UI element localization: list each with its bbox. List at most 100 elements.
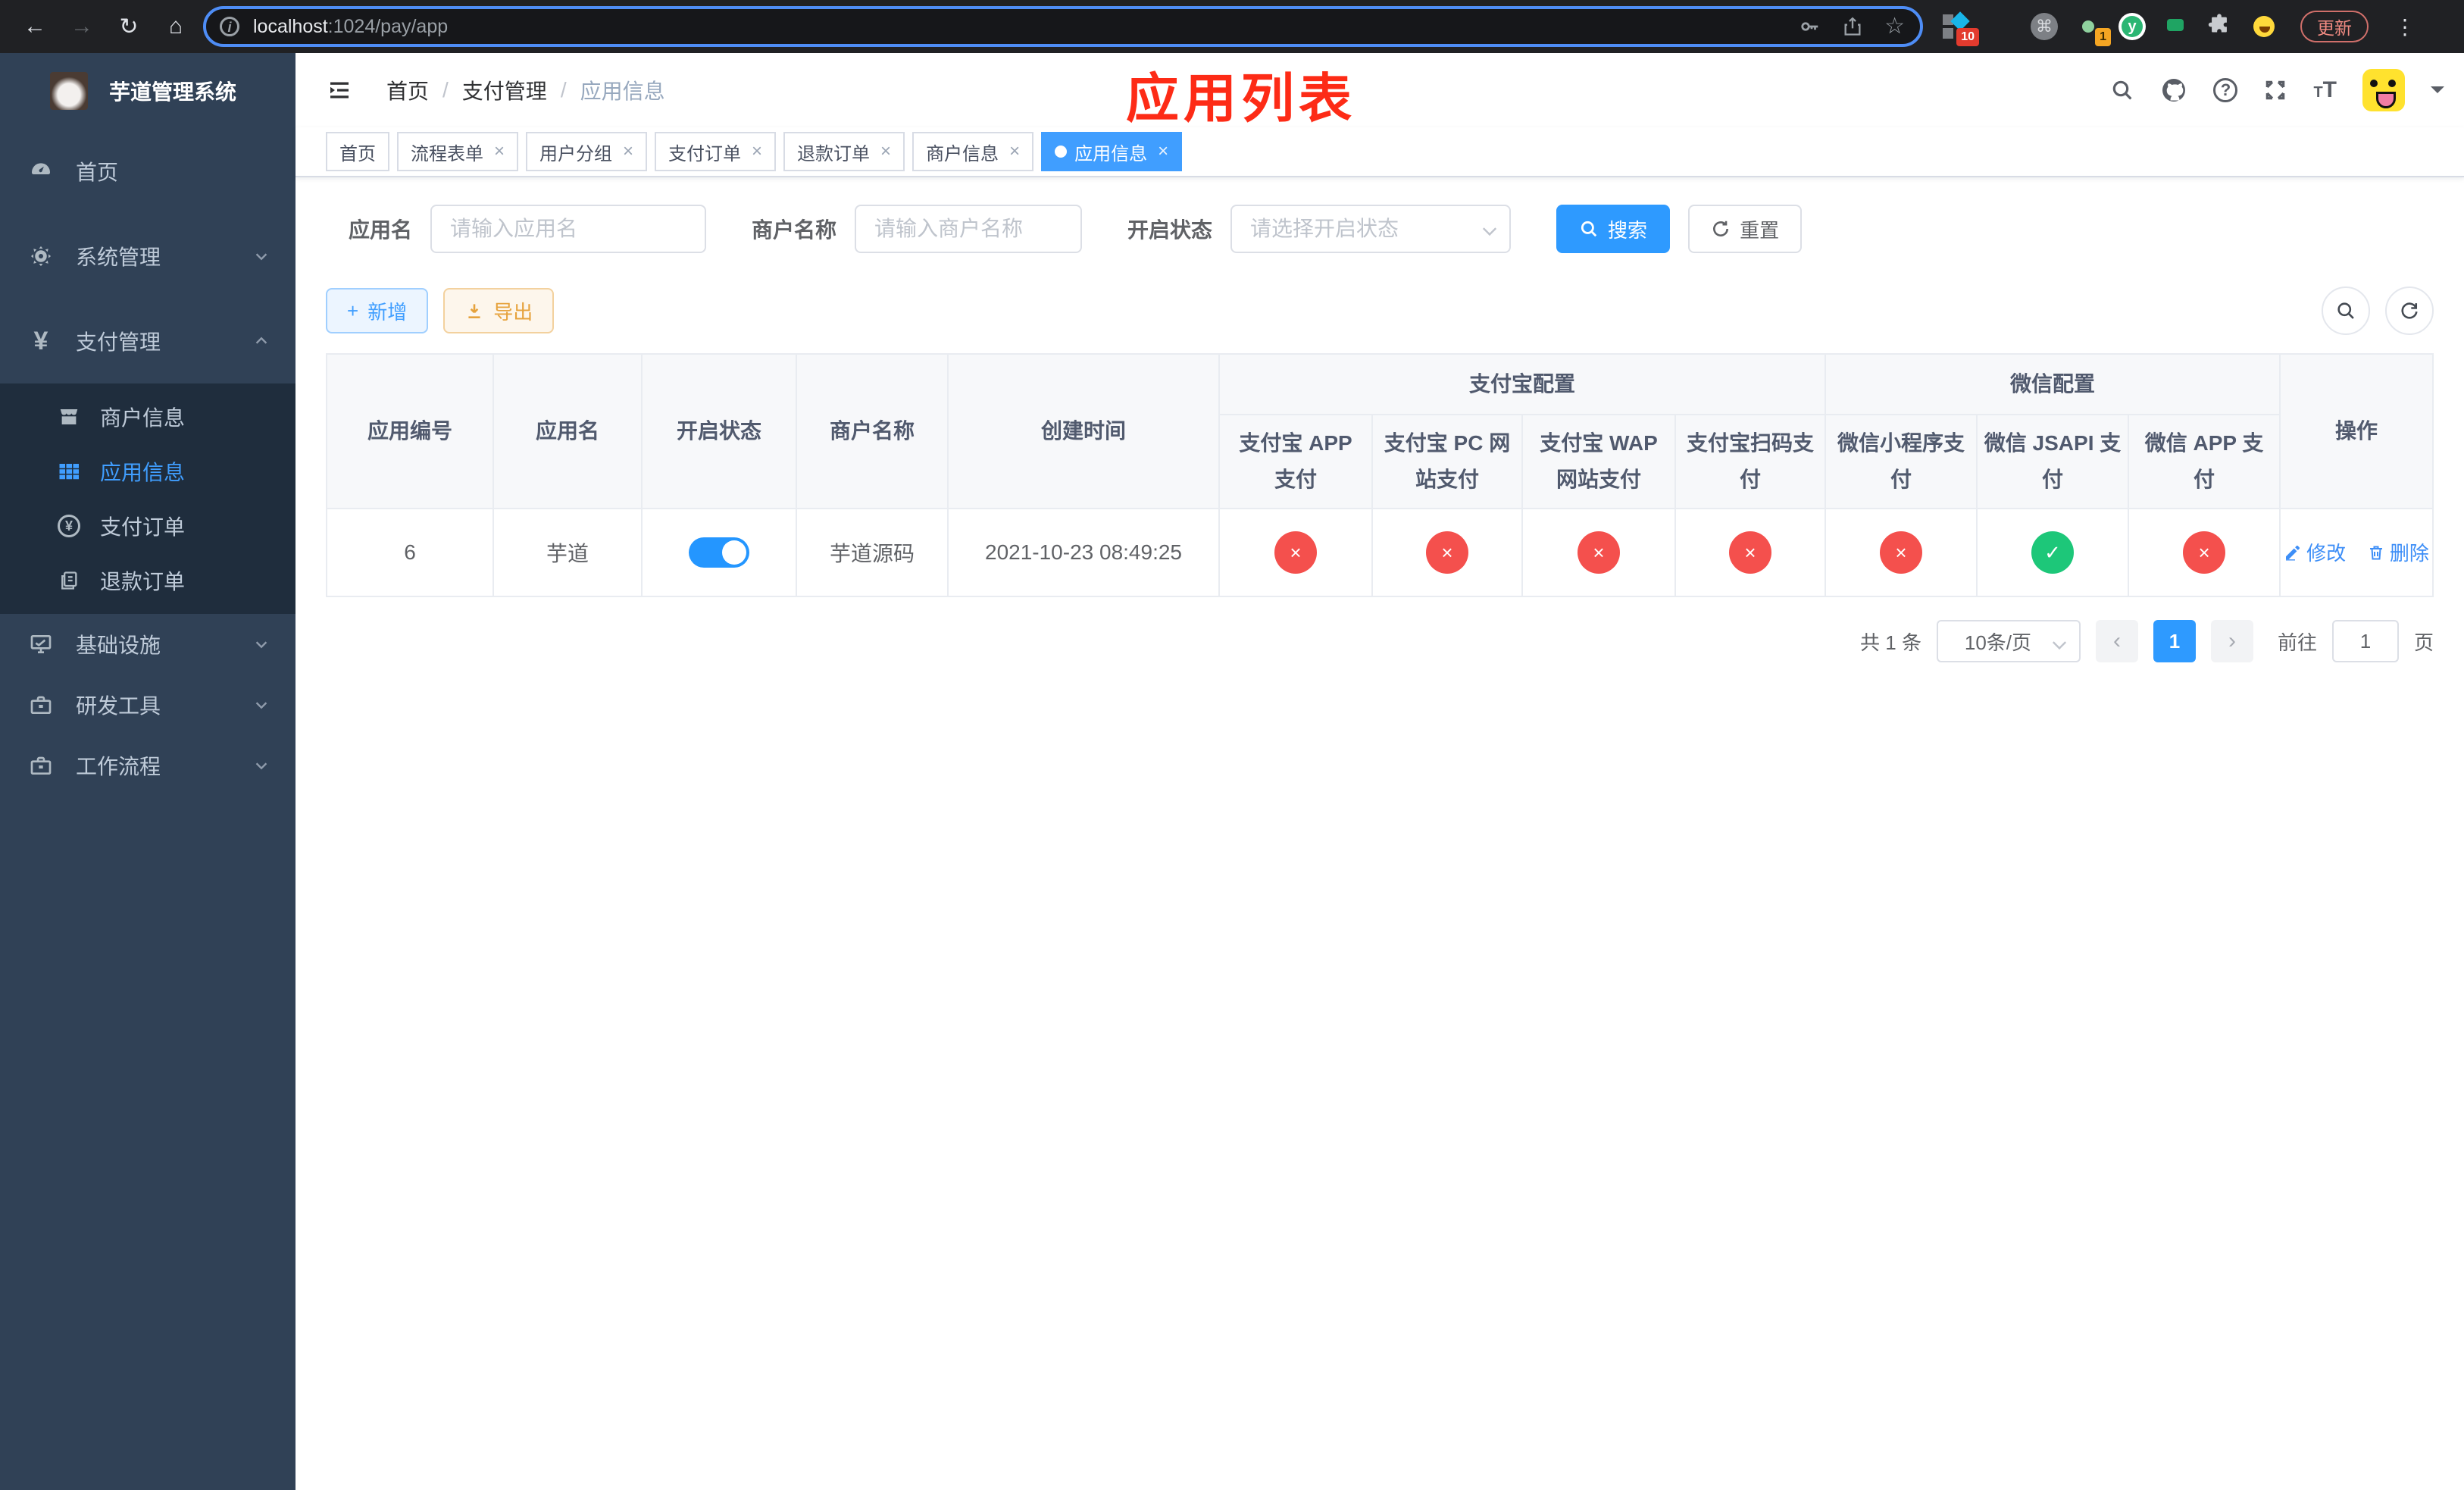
apps-table: 应用编号 应用名 开启状态 商户名称 创建时间 支付宝配置 微信配置 操作 支付… [326, 353, 2434, 597]
tab-refund-orders[interactable]: 退款订单 × [783, 132, 905, 171]
tab-process-form[interactable]: 流程表单 × [397, 132, 519, 171]
status-select[interactable] [1230, 205, 1512, 253]
tab-app-info[interactable]: 应用信息 × [1041, 132, 1183, 171]
close-icon[interactable]: × [880, 141, 891, 162]
extension-y-icon[interactable]: y [2118, 13, 2146, 40]
breadcrumb-payment[interactable]: 支付管理 [462, 75, 547, 105]
close-icon[interactable]: × [623, 141, 633, 162]
sidebar-item-label: 退款订单 [100, 570, 186, 593]
close-icon[interactable]: × [1158, 141, 1168, 162]
browser-menu-icon[interactable]: ⋮ [2394, 14, 2416, 39]
col-wechat-app: 微信 APP 支付 [2128, 414, 2281, 509]
tab-home[interactable]: 首页 [326, 132, 389, 171]
browser-reload-icon[interactable]: ↻ [109, 7, 149, 46]
sidebar-collapse-icon[interactable] [326, 77, 353, 104]
shop-icon [58, 405, 80, 428]
password-key-icon[interactable] [1798, 15, 1821, 38]
sidebar-item-workflow[interactable]: 工作流程 [0, 735, 295, 796]
address-bar[interactable]: i localhost:1024/pay/app ☆ [203, 6, 1923, 47]
browser-profile-avatar[interactable] [2250, 13, 2278, 40]
sidebar-logo-row[interactable]: 芋道管理系统 [0, 53, 295, 129]
help-icon[interactable]: ? [2213, 78, 2238, 102]
user-menu-caret-icon[interactable] [2431, 86, 2444, 100]
github-icon[interactable] [2160, 77, 2187, 104]
edit-button[interactable]: 修改 [2284, 538, 2346, 566]
sidebar-item-label: 首页 [76, 161, 119, 184]
sidebar-item-dev-tools[interactable]: 研发工具 [0, 675, 295, 735]
status-badge: × [1426, 531, 1468, 574]
add-button[interactable]: + 新增 [326, 288, 429, 333]
next-page-button[interactable]: › [2210, 620, 2253, 662]
close-icon[interactable]: × [1009, 141, 1020, 162]
extension-scripts-icon[interactable]: 10 [1943, 11, 1979, 46]
refresh-button[interactable] [2385, 286, 2434, 335]
pagination: 共 1 条 10条/页 ‹ 1 › 前往 页 [326, 620, 2434, 662]
extension-recorder-icon[interactable]: 1 [2075, 13, 2111, 46]
page-size-select[interactable]: 10条/页 [1936, 620, 2081, 662]
extension-command-icon[interactable]: ⌘ [2031, 13, 2058, 40]
col-alipay-wap: 支付宝 WAP 网站支付 [1521, 414, 1676, 509]
tab-merchant-info[interactable]: 商户信息 × [912, 132, 1034, 171]
search-button[interactable]: 搜索 [1556, 205, 1671, 253]
app-name-input[interactable] [430, 205, 707, 253]
user-avatar[interactable] [2362, 69, 2405, 111]
goto-page-input[interactable] [2331, 620, 2399, 662]
sidebar-item-system[interactable]: 系统管理 [0, 214, 295, 299]
sidebar-item-app-info[interactable]: 应用信息 [0, 444, 295, 499]
sidebar-item-label: 研发工具 [76, 694, 161, 718]
reset-button[interactable]: 重置 [1688, 205, 1803, 253]
status-badge: × [2183, 531, 2226, 574]
delete-button[interactable]: 删除 [2367, 538, 2429, 566]
site-info-icon[interactable]: i [220, 17, 239, 36]
page-content: 应用名 商户名称 开启状态 搜索 重置 +新增 导出 [295, 177, 2464, 1490]
status-badge: ✓ [2031, 531, 2075, 574]
extensions-puzzle-icon[interactable] [2206, 13, 2234, 40]
page-number-current[interactable]: 1 [2153, 620, 2196, 662]
bookmark-star-icon[interactable]: ☆ [1884, 15, 1905, 38]
browser-home-icon[interactable]: ⌂ [156, 7, 195, 46]
sidebar-item-label: 商户信息 [100, 406, 186, 430]
app-navbar: 首页 / 支付管理 / 应用信息 应用列表 ? TT [295, 53, 2464, 128]
dashboard-icon [29, 159, 53, 183]
briefcase-icon [29, 753, 53, 778]
col-alipay-app: 支付宝 APP 支付 [1218, 414, 1373, 509]
chevron-down-icon [2052, 635, 2067, 650]
extension-gem-icon[interactable] [1987, 13, 2014, 40]
merchant-name-label: 商户名称 [752, 218, 837, 242]
share-icon[interactable] [1842, 15, 1863, 38]
font-size-icon[interactable]: TT [2313, 77, 2337, 103]
sidebar-item-infrastructure[interactable]: 基础设施 [0, 614, 295, 675]
sidebar-item-refund-orders[interactable]: 退款订单 [0, 553, 295, 608]
sidebar-item-home[interactable]: 首页 [0, 129, 295, 214]
export-button[interactable]: 导出 [443, 288, 555, 333]
sidebar-item-label: 工作流程 [76, 755, 161, 778]
status-label: 开启状态 [1127, 218, 1213, 242]
app-name-label: 应用名 [349, 218, 413, 242]
app-logo [50, 72, 88, 110]
yen-circle-icon: ¥ [58, 515, 80, 537]
extension-chat-icon[interactable] [2162, 13, 2190, 40]
close-icon[interactable]: × [752, 141, 762, 162]
enable-switch[interactable] [689, 537, 749, 568]
document-icon [58, 569, 80, 592]
sidebar: 芋道管理系统 首页 系统管理 ¥ 支付管理 商户信息 应用信息 ¥ 支付订单 退… [0, 53, 295, 1490]
url-text: localhost:1024/pay/app [253, 16, 448, 38]
fullscreen-icon[interactable] [2263, 78, 2287, 102]
merchant-name-input[interactable] [855, 205, 1083, 253]
sidebar-item-pay-orders[interactable]: ¥ 支付订单 [0, 499, 295, 553]
col-created: 创建时间 [947, 353, 1220, 509]
prev-page-button[interactable]: ‹ [2095, 620, 2138, 662]
show-search-button[interactable] [2322, 286, 2370, 335]
search-icon[interactable] [2110, 78, 2134, 102]
extension-badge: 1 [2095, 28, 2111, 46]
chrome-update-button[interactable]: 更新 [2300, 11, 2369, 42]
sidebar-item-payment[interactable]: ¥ 支付管理 [0, 299, 295, 383]
sidebar-item-merchant-info[interactable]: 商户信息 [0, 390, 295, 444]
status-badge: × [1578, 531, 1620, 574]
tab-user-group[interactable]: 用户分组 × [526, 132, 648, 171]
breadcrumb-home[interactable]: 首页 [386, 75, 429, 105]
browser-back-icon[interactable]: ← [15, 7, 55, 46]
tab-pay-orders[interactable]: 支付订单 × [655, 132, 777, 171]
browser-forward-icon[interactable]: → [62, 7, 102, 46]
close-icon[interactable]: × [494, 141, 505, 162]
